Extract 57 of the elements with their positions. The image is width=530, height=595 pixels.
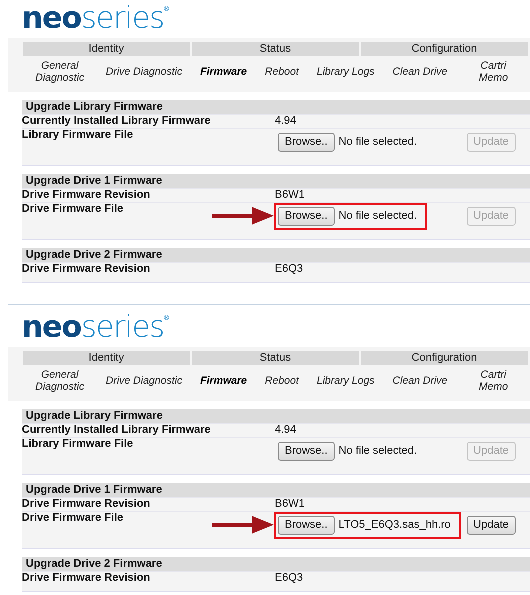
- field-value: B6W1: [274, 189, 306, 202]
- field-label: Currently Installed Library Firmware: [22, 424, 212, 437]
- field-label: Drive Firmware Revision: [22, 263, 152, 276]
- field-label: Drive Firmware Revision: [22, 572, 152, 585]
- nav-link[interactable]: Firmware: [191, 375, 256, 387]
- nav-link[interactable]: Clean Drive: [384, 375, 457, 387]
- nav-group-header: Identity: [23, 42, 190, 56]
- field-label: Drive Firmware File: [22, 512, 124, 525]
- field-label: Library Firmware File: [22, 129, 134, 142]
- field-value: 4.94: [274, 424, 298, 437]
- file-name: No file selected.: [338, 136, 418, 149]
- file-name: LTO5_E6Q3.sas_hh.ro: [338, 519, 452, 532]
- section-header: Upgrade Drive 1 Firmware: [22, 483, 530, 497]
- field-label: Drive Firmware Revision: [22, 189, 152, 202]
- section-header: Upgrade Drive 2 Firmware: [22, 248, 530, 262]
- arrow-icon: [212, 207, 274, 225]
- nav-group-header: Status: [192, 351, 359, 365]
- arrow-icon: [212, 516, 274, 534]
- field-label: Drive Firmware File: [22, 203, 124, 216]
- nav-link[interactable]: Firmware: [191, 66, 256, 78]
- nav-link[interactable]: Cartri Memo: [456, 60, 530, 84]
- section-header: Upgrade Library Firmware: [22, 100, 530, 114]
- nav-group-header: Identity: [23, 351, 190, 365]
- logo-text: series: [81, 311, 164, 345]
- nav-link[interactable]: Reboot: [256, 375, 308, 387]
- nav-link[interactable]: General Diagnostic: [23, 60, 97, 84]
- section-header: Upgrade Library Firmware: [22, 409, 530, 423]
- nav-group-header: Configuration: [361, 42, 528, 56]
- nav-link[interactable]: General Diagnostic: [23, 369, 97, 393]
- logo-text: neo: [22, 2, 82, 36]
- field-value: B6W1: [274, 498, 306, 511]
- nav-link[interactable]: Library Logs: [308, 375, 384, 387]
- browse-button[interactable]: Browse..: [278, 442, 335, 461]
- field-label: Library Firmware File: [22, 438, 134, 451]
- nav-group-header: Status: [192, 42, 359, 56]
- nav-link[interactable]: Drive Diagnostic: [97, 66, 192, 78]
- field-label: Drive Firmware Revision: [22, 498, 152, 511]
- nav-link[interactable]: Reboot: [256, 66, 308, 78]
- nav-link[interactable]: Clean Drive: [384, 66, 457, 78]
- nav-link[interactable]: Drive Diagnostic: [97, 375, 192, 387]
- field-value: E6Q3: [274, 572, 304, 585]
- update-button[interactable]: Update: [466, 516, 516, 535]
- section-header: Upgrade Drive 1 Firmware: [22, 174, 530, 188]
- field-value: E6Q3: [274, 263, 304, 276]
- field-value: 4.94: [274, 115, 298, 128]
- section-header: Upgrade Drive 2 Firmware: [22, 557, 530, 571]
- browse-button[interactable]: Browse..: [278, 133, 335, 152]
- nav-link[interactable]: Library Logs: [308, 66, 384, 78]
- nav-group-header: Configuration: [361, 351, 528, 365]
- file-name: No file selected.: [338, 445, 418, 458]
- browse-button[interactable]: Browse..: [278, 516, 335, 535]
- logo-text: neo: [22, 311, 82, 345]
- logo-text: series: [81, 2, 164, 36]
- field-label: Currently Installed Library Firmware: [22, 115, 212, 128]
- browse-button[interactable]: Browse..: [278, 207, 335, 226]
- nav-link[interactable]: Cartri Memo: [456, 369, 530, 393]
- file-name: No file selected.: [338, 210, 418, 223]
